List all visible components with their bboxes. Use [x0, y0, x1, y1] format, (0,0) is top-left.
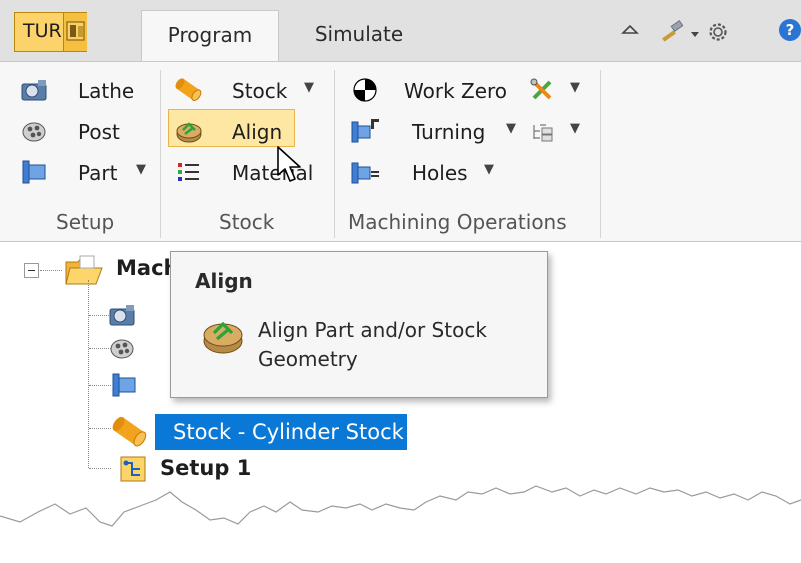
post-icon [20, 117, 50, 145]
machine-icon[interactable] [63, 13, 87, 51]
group-label-machining: Machining Operations [348, 210, 567, 234]
post-button[interactable]: Post [20, 113, 140, 149]
tree-list-icon [528, 117, 558, 145]
tools-button[interactable]: ▼ [528, 72, 588, 108]
app-window: TURN Program Simulate ? Lathe Post Part … [0, 0, 801, 563]
setup-node-icon[interactable] [118, 454, 148, 484]
stock-dropdown-icon[interactable]: ▼ [304, 80, 314, 95]
machine-folder-icon[interactable] [64, 254, 106, 288]
work-zero-label: Work Zero [404, 79, 508, 103]
tree-list-button[interactable]: ▼ [528, 113, 588, 149]
turning-dropdown-icon[interactable]: ▼ [506, 121, 516, 136]
ribbon-panel: Lathe Post Part ▼ Setup Stock ▼ Align Ma… [0, 61, 801, 242]
collapse-ribbon-icon[interactable] [620, 20, 640, 44]
align-icon [201, 313, 247, 363]
post-node-icon[interactable] [108, 334, 138, 364]
settings-gear-icon[interactable] [706, 20, 730, 48]
stock-button[interactable]: Stock ▼ [174, 72, 324, 108]
group-label-stock: Stock [219, 210, 275, 234]
holes-icon [350, 158, 380, 186]
tree-collapse-icon[interactable] [24, 263, 39, 278]
lathe-label: Lathe [78, 79, 135, 103]
turn-app-button[interactable]: TURN [14, 12, 87, 52]
holes-dropdown-icon[interactable]: ▼ [484, 162, 494, 177]
post-label: Post [78, 120, 120, 144]
align-tooltip: Align Align Part and/or Stock Geometry [170, 251, 548, 398]
help-icon[interactable]: ? [777, 17, 801, 47]
work-zero-icon [350, 76, 380, 104]
stock-node-icon[interactable] [110, 414, 150, 450]
tree-connector [89, 468, 111, 469]
part-dropdown-icon[interactable]: ▼ [136, 162, 146, 177]
turning-icon [350, 117, 380, 145]
align-label: Align [232, 120, 283, 144]
lathe-icon [20, 76, 50, 104]
group-label-setup: Setup [56, 210, 115, 234]
ribbon-tab-strip: TURN Program Simulate ? [0, 0, 801, 62]
svg-text:?: ? [786, 21, 795, 39]
tab-program[interactable]: Program [141, 10, 279, 62]
tree-item-setup[interactable]: Setup 1 [160, 456, 251, 480]
tree-list-dropdown-icon[interactable]: ▼ [570, 121, 580, 136]
tools-dropdown-icon[interactable]: ▼ [570, 80, 580, 95]
tab-simulate-label: Simulate [314, 22, 404, 46]
turning-button[interactable]: Turning ▼ [350, 113, 530, 149]
group-divider [334, 70, 335, 238]
stock-label: Stock [232, 79, 288, 103]
tree-item-stock-selected[interactable]: Stock - Cylinder Stock [155, 414, 407, 450]
holes-label: Holes [412, 161, 468, 185]
part-node-icon[interactable] [110, 370, 140, 400]
part-button[interactable]: Part ▼ [20, 154, 150, 190]
tooltip-title: Align [195, 269, 253, 293]
stock-cylinder-icon [174, 76, 204, 104]
part-icon [20, 158, 50, 186]
align-button[interactable]: Align [174, 113, 294, 149]
material-list-icon [174, 158, 204, 186]
hammer-icon[interactable] [660, 20, 686, 46]
tab-simulate[interactable]: Simulate [294, 10, 424, 62]
tab-program-label: Program [167, 23, 253, 47]
group-divider [600, 70, 601, 238]
turning-label: Turning [412, 120, 486, 144]
tree-connector [40, 270, 62, 271]
mouse-cursor-icon [276, 145, 306, 191]
lathe-node-icon[interactable] [108, 300, 138, 330]
tree-connector [88, 280, 89, 468]
part-label: Part [78, 161, 118, 185]
align-icon [174, 117, 204, 145]
holes-button[interactable]: Holes ▼ [350, 154, 510, 190]
tree-connector [89, 385, 111, 386]
hammer-dropdown-icon[interactable] [690, 24, 700, 43]
tools-icon [528, 76, 558, 104]
tree-connector [89, 428, 111, 429]
group-divider [160, 70, 161, 238]
tooltip-description: Align Part and/or Stock Geometry [258, 318, 487, 371]
lathe-button[interactable]: Lathe [20, 72, 140, 108]
torn-edge [0, 485, 801, 527]
